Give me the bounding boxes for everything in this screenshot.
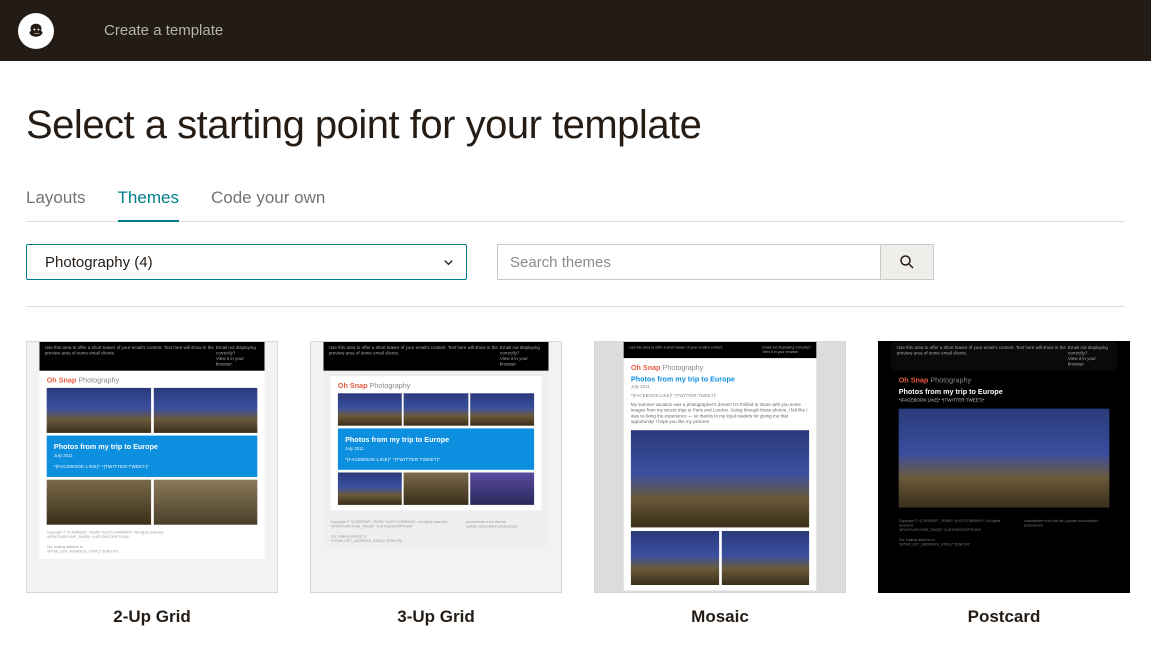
main-content: Select a starting point for your templat…	[0, 61, 1151, 647]
search-button[interactable]	[880, 244, 934, 280]
template-thumbnail: Use this area to offer a short teaser of…	[310, 341, 562, 593]
search-icon	[898, 253, 916, 271]
search-group	[497, 244, 934, 280]
monkey-icon	[23, 18, 49, 44]
template-card-3up[interactable]: Use this area to offer a short teaser of…	[310, 341, 562, 627]
template-name: Postcard	[878, 607, 1130, 627]
chevron-down-icon	[443, 257, 454, 268]
tabs: Layouts Themes Code your own	[26, 188, 1125, 222]
template-name: Mosaic	[594, 607, 846, 627]
template-card-postcard[interactable]: Use this area to offer a short teaser of…	[878, 341, 1130, 627]
page-title: Select a starting point for your templat…	[26, 103, 1125, 148]
template-grid: Use this area to offer a short teaser of…	[26, 341, 1125, 627]
search-input[interactable]	[497, 244, 880, 280]
tab-code-your-own[interactable]: Code your own	[211, 188, 325, 222]
tab-layouts[interactable]: Layouts	[26, 188, 86, 222]
template-card-mosaic[interactable]: Use this area to offer a short teaser of…	[594, 341, 846, 627]
category-dropdown[interactable]: Photography (4)	[26, 244, 467, 280]
dropdown-selected: Photography (4)	[45, 254, 153, 271]
template-thumbnail: Use this area to offer a short teaser of…	[594, 341, 846, 593]
tab-themes[interactable]: Themes	[118, 188, 179, 222]
app-header: Create a template	[0, 0, 1151, 61]
mailchimp-logo[interactable]	[18, 13, 54, 49]
filter-controls: Photography (4)	[26, 244, 1125, 307]
template-thumbnail: Use this area to offer a short teaser of…	[26, 341, 278, 593]
header-title: Create a template	[104, 22, 223, 39]
template-card-2up[interactable]: Use this area to offer a short teaser of…	[26, 341, 278, 627]
template-thumbnail: Use this area to offer a short teaser of…	[878, 341, 1130, 593]
template-name: 3-Up Grid	[310, 607, 562, 627]
template-name: 2-Up Grid	[26, 607, 278, 627]
